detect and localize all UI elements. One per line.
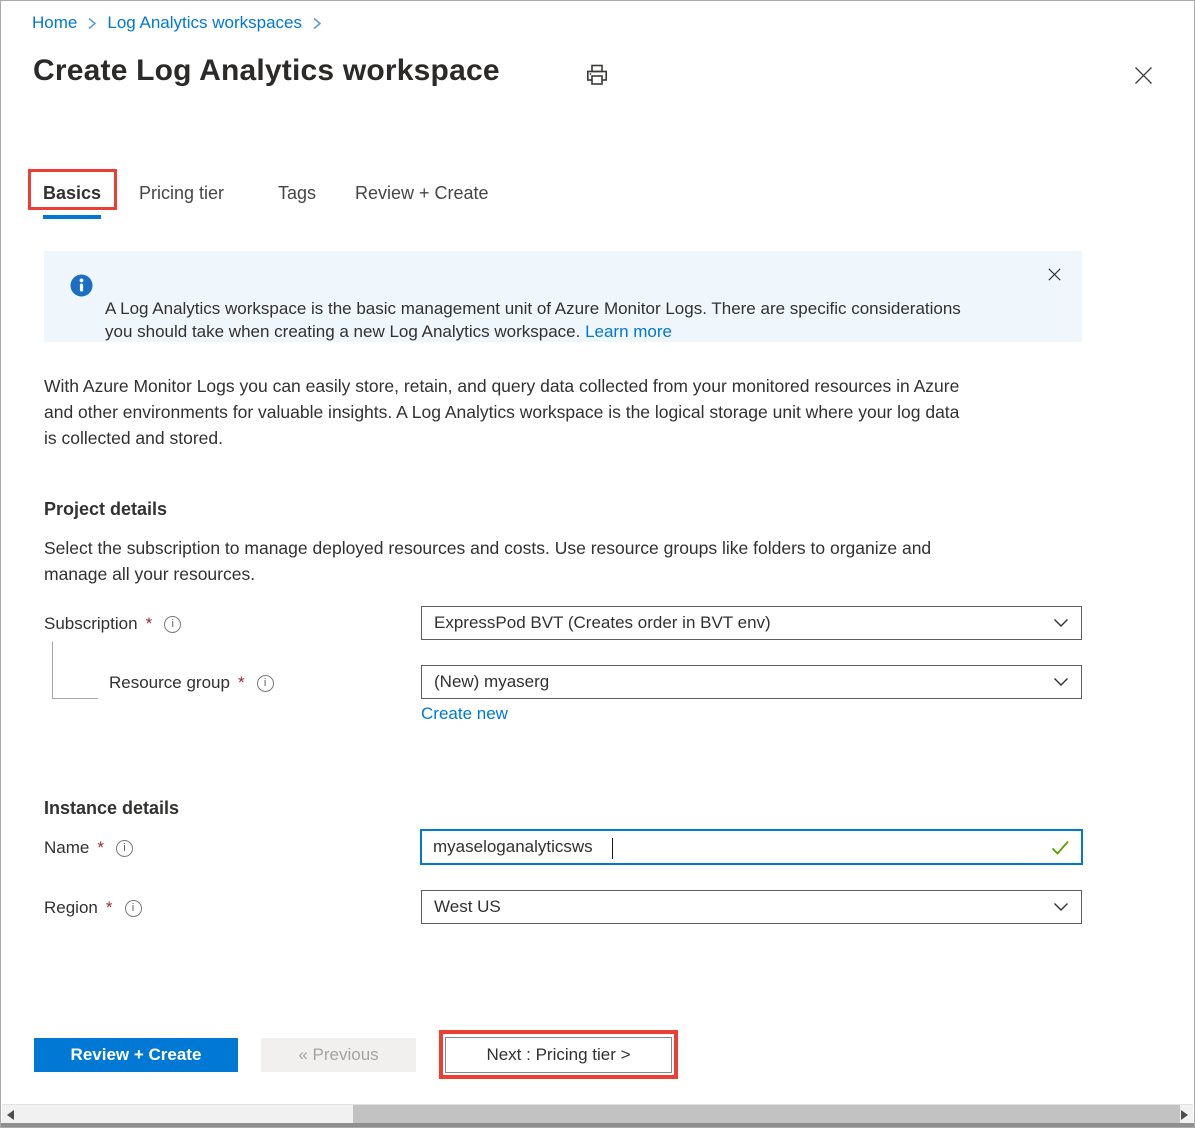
learn-more-link[interactable]: Learn more bbox=[585, 322, 672, 341]
project-details-description: Select the subscription to manage deploy… bbox=[44, 535, 1044, 587]
print-icon[interactable] bbox=[585, 63, 609, 87]
subscription-dropdown[interactable]: ExpressPod BVT (Creates order in BVT env… bbox=[421, 606, 1082, 640]
tab-review-create[interactable]: Review + Create bbox=[355, 183, 489, 204]
tab-tags[interactable]: Tags bbox=[278, 183, 316, 204]
tab-basics[interactable]: Basics bbox=[43, 183, 101, 204]
horizontal-scrollbar[interactable] bbox=[2, 1104, 1193, 1123]
region-info-icon[interactable]: i bbox=[125, 900, 142, 917]
close-icon bbox=[1134, 66, 1153, 85]
required-asterisk: * bbox=[238, 673, 245, 693]
previous-button[interactable]: « Previous bbox=[261, 1038, 416, 1072]
info-banner: A Log Analytics workspace is the basic m… bbox=[44, 251, 1082, 342]
create-new-link[interactable]: Create new bbox=[421, 704, 508, 724]
project-details-heading: Project details bbox=[44, 499, 167, 520]
window-bottom-edge bbox=[1, 1123, 1194, 1128]
chevron-down-icon bbox=[1053, 677, 1069, 687]
chevron-right-icon bbox=[87, 17, 97, 30]
subscription-info-icon[interactable]: i bbox=[164, 616, 181, 633]
valid-checkmark-icon bbox=[1051, 840, 1070, 856]
subscription-resource-group-connector bbox=[52, 642, 98, 699]
region-dropdown[interactable]: West US bbox=[421, 890, 1082, 924]
resource-group-value: (New) myaserg bbox=[434, 672, 1053, 692]
resource-group-info-icon[interactable]: i bbox=[257, 675, 274, 692]
close-icon bbox=[1048, 268, 1061, 281]
required-asterisk: * bbox=[146, 614, 153, 634]
breadcrumb-home-link[interactable]: Home bbox=[32, 13, 77, 33]
next-pricing-tier-button[interactable]: Next : Pricing tier > bbox=[445, 1037, 672, 1073]
resource-group-dropdown[interactable]: (New) myaserg bbox=[421, 665, 1082, 699]
required-asterisk: * bbox=[97, 838, 104, 858]
chevron-right-icon bbox=[312, 17, 322, 30]
region-label: Region* i bbox=[44, 898, 142, 918]
page-title: Create Log Analytics workspace bbox=[33, 54, 500, 88]
text-cursor bbox=[612, 838, 613, 859]
scrollbar-thumb[interactable] bbox=[353, 1105, 1180, 1124]
triangle-right-icon bbox=[1181, 1110, 1188, 1120]
breadcrumb: Home Log Analytics workspaces bbox=[32, 13, 322, 33]
triangle-left-icon bbox=[7, 1110, 14, 1120]
breadcrumb-workspaces-link[interactable]: Log Analytics workspaces bbox=[107, 13, 302, 33]
active-tab-underline bbox=[43, 215, 101, 219]
chevron-down-icon bbox=[1053, 902, 1069, 912]
scroll-left-arrow[interactable] bbox=[2, 1105, 19, 1124]
review-create-button[interactable]: Review + Create bbox=[34, 1038, 238, 1072]
info-icon bbox=[70, 274, 93, 297]
name-info-icon[interactable]: i bbox=[116, 840, 133, 857]
workspace-name-field bbox=[420, 829, 1083, 865]
subscription-label: Subscription* i bbox=[44, 614, 181, 634]
region-value: West US bbox=[434, 897, 1053, 917]
required-asterisk: * bbox=[106, 898, 113, 918]
info-banner-message: A Log Analytics workspace is the basic m… bbox=[105, 274, 1020, 343]
create-log-analytics-workspace-blade: Home Log Analytics workspaces Create Log… bbox=[0, 0, 1195, 1128]
resource-group-label: Resource group* i bbox=[109, 673, 274, 693]
intro-paragraph: With Azure Monitor Logs you can easily s… bbox=[44, 373, 1084, 451]
chevron-down-icon bbox=[1053, 618, 1069, 628]
workspace-name-input[interactable] bbox=[422, 831, 1081, 863]
name-label: Name* i bbox=[44, 838, 133, 858]
scroll-right-arrow[interactable] bbox=[1176, 1105, 1193, 1124]
banner-close-button[interactable] bbox=[1043, 263, 1065, 285]
info-banner-text: A Log Analytics workspace is the basic m… bbox=[105, 299, 961, 341]
subscription-value: ExpressPod BVT (Creates order in BVT env… bbox=[434, 613, 1053, 633]
instance-details-heading: Instance details bbox=[44, 798, 179, 819]
close-blade-button[interactable] bbox=[1129, 61, 1157, 89]
tab-pricing-tier[interactable]: Pricing tier bbox=[139, 183, 224, 204]
